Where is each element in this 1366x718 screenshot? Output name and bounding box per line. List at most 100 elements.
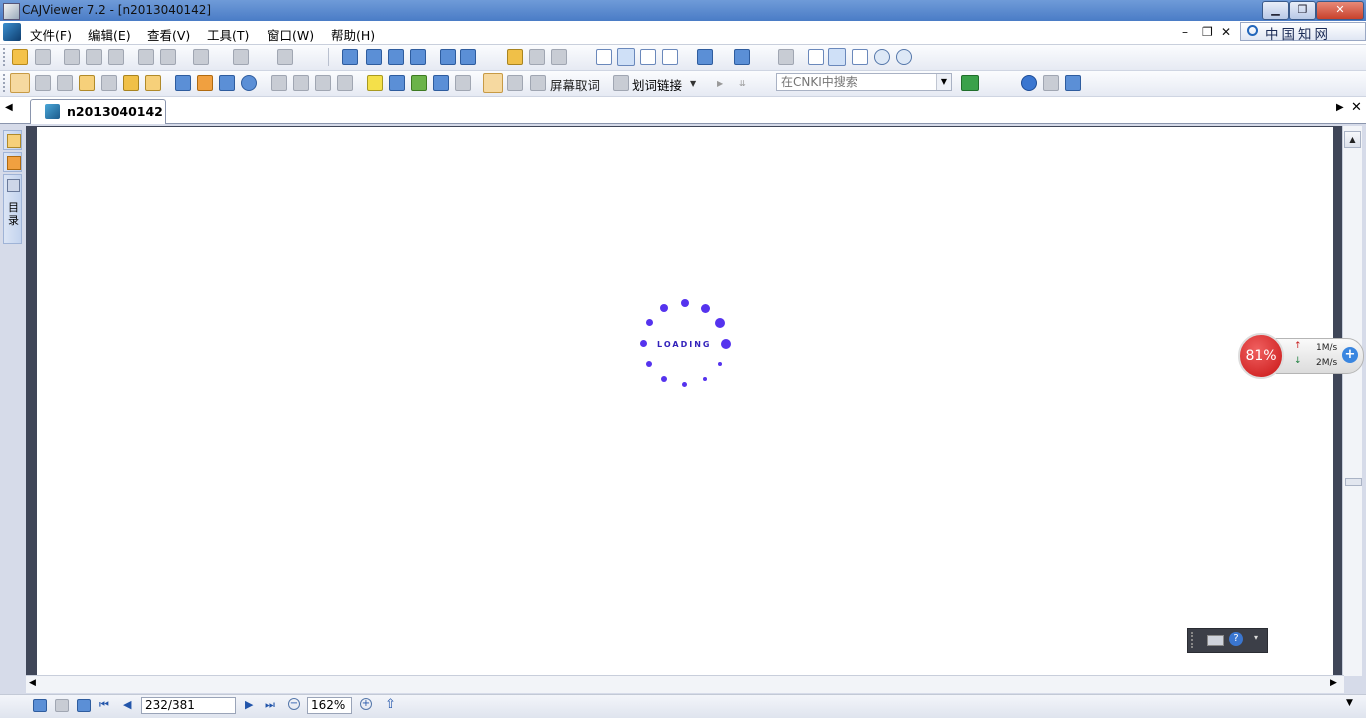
annotation-toggle-icon[interactable]	[483, 73, 503, 93]
word-link-button[interactable]: 划词链接	[632, 75, 682, 94]
stamp-icon[interactable]	[315, 75, 331, 91]
find-next-icon[interactable]	[551, 49, 567, 65]
export-icon[interactable]	[277, 49, 293, 65]
save-icon[interactable]	[35, 49, 51, 65]
redo-icon[interactable]	[233, 49, 249, 65]
vertical-scrollbar[interactable]: ▲	[1342, 126, 1362, 676]
menu-file[interactable]: 文件(F)	[30, 25, 72, 44]
eraser-icon[interactable]	[293, 75, 309, 91]
zoom-level-input[interactable]: 162%	[307, 697, 352, 714]
print-icon[interactable]	[64, 49, 80, 65]
next-page-icon[interactable]	[388, 49, 404, 65]
help-icon[interactable]	[1021, 75, 1037, 91]
side-tab-notes[interactable]	[3, 152, 22, 172]
ellipse-icon[interactable]	[241, 75, 257, 91]
word-link-icon[interactable]	[613, 75, 629, 91]
single-page-icon[interactable]	[596, 49, 612, 65]
scroll-right-icon[interactable]: ▶	[1330, 678, 1337, 688]
open-icon[interactable]	[12, 49, 28, 65]
next-page-icon[interactable]: ▶	[245, 698, 253, 711]
find-icon[interactable]	[507, 49, 523, 65]
layout-icon[interactable]	[734, 49, 750, 65]
actual-size-icon[interactable]	[808, 49, 824, 65]
menu-window[interactable]: 窗口(W)	[267, 25, 314, 44]
keyboard-icon[interactable]	[1207, 635, 1224, 646]
scan-icon[interactable]	[108, 49, 124, 65]
ocr-icon[interactable]	[101, 75, 117, 91]
continuous-page-icon[interactable]	[617, 48, 635, 66]
image-select-icon[interactable]	[79, 75, 95, 91]
side-tab-toc[interactable]: 目录	[3, 174, 22, 244]
about-icon[interactable]	[1043, 75, 1059, 91]
screen-word-button[interactable]: 屏幕取词	[550, 75, 600, 94]
cnki-logo[interactable]: 中国知网	[1240, 22, 1366, 43]
close-tab-icon[interactable]: ✕	[1351, 100, 1362, 115]
mdi-restore-button[interactable]: ❐	[1202, 25, 1213, 39]
restore-button[interactable]: ❐	[1289, 1, 1316, 20]
rotate-icon[interactable]	[697, 49, 713, 65]
search-go-icon[interactable]	[961, 75, 979, 91]
document-page[interactable]	[37, 127, 1333, 676]
scroll-top-icon[interactable]: ⇧	[385, 697, 396, 712]
menu-edit[interactable]: 编辑(E)	[88, 25, 131, 44]
link-tool-icon[interactable]	[507, 75, 523, 91]
snapshot-icon[interactable]	[123, 75, 139, 91]
strikeout-icon[interactable]	[389, 75, 405, 91]
help-icon[interactable]: ?	[1229, 632, 1243, 646]
last-page-icon[interactable]	[410, 49, 426, 65]
zoom-out-icon[interactable]: −	[288, 698, 300, 710]
prev-page-icon[interactable]: ◀	[123, 698, 131, 711]
document-icon[interactable]	[3, 23, 21, 41]
page-layout-icon[interactable]	[77, 699, 91, 712]
last-page-icon[interactable]: ⏭	[265, 698, 275, 712]
first-page-icon[interactable]: ⏮	[99, 698, 109, 712]
undo-icon[interactable]	[193, 49, 209, 65]
menu-view[interactable]: 查看(V)	[147, 25, 190, 44]
first-page-icon[interactable]	[342, 49, 358, 65]
add-icon[interactable]: +	[1342, 347, 1358, 363]
find-prev-icon[interactable]	[529, 49, 545, 65]
zoom-in-icon[interactable]	[896, 49, 912, 65]
vertical-scroll-thumb[interactable]	[1345, 478, 1362, 486]
scroll-up-icon[interactable]: ▲	[1344, 131, 1361, 148]
horizontal-scrollbar[interactable]: ◀ ▶	[26, 675, 1344, 693]
underline-icon[interactable]	[411, 75, 427, 91]
note-icon[interactable]	[145, 75, 161, 91]
pencil-icon[interactable]	[197, 75, 213, 91]
menu-help[interactable]: 帮助(H)	[331, 25, 375, 44]
floatbar-grip[interactable]	[1191, 632, 1199, 648]
statusbar-scroll-down-icon[interactable]: ▼	[1346, 698, 1353, 708]
select-tool-icon[interactable]	[35, 75, 51, 91]
floatbar-menu-icon[interactable]: ▾	[1254, 633, 1258, 642]
tab-document[interactable]: n2013040142	[30, 99, 166, 124]
minimize-button[interactable]: ▁	[1262, 1, 1289, 20]
text-select-icon[interactable]	[57, 75, 73, 91]
toolbar-grip[interactable]	[3, 74, 9, 92]
forward-icon[interactable]	[460, 49, 476, 65]
view-mode-icon[interactable]	[33, 699, 47, 712]
copy-icon[interactable]	[138, 49, 154, 65]
app-icon[interactable]	[3, 3, 20, 20]
cnki-search-input[interactable]	[777, 74, 931, 90]
search-history-dropdown[interactable]: ▼	[936, 74, 951, 90]
hand-tool-icon[interactable]	[10, 73, 30, 93]
prev-link-icon[interactable]: ▶	[717, 79, 723, 88]
scroll-left-icon[interactable]: ◀	[29, 678, 36, 688]
tab-scroll-left-icon[interactable]: ◀	[5, 102, 13, 113]
word-link-dropdown[interactable]: ▼	[690, 79, 696, 88]
close-button[interactable]: ✕	[1316, 1, 1364, 20]
mdi-minimize-button[interactable]: –	[1182, 25, 1188, 39]
screen-word-icon[interactable]	[530, 75, 546, 91]
paste-icon[interactable]	[160, 49, 176, 65]
next-link-icon[interactable]: ⇊	[739, 79, 746, 88]
network-monitor-widget[interactable]: ↑ ↓ 1M/s 2M/s + 81%	[1238, 333, 1364, 379]
page-number-input[interactable]: 232/381	[141, 697, 236, 714]
thumbnail-icon[interactable]	[55, 699, 69, 712]
bookmark-icon[interactable]	[455, 75, 471, 91]
facing-page-icon[interactable]	[640, 49, 656, 65]
mdi-close-button[interactable]: ✕	[1221, 25, 1231, 39]
line-icon[interactable]	[271, 75, 287, 91]
pen-icon[interactable]	[175, 75, 191, 91]
anchor-icon[interactable]	[433, 75, 449, 91]
continuous-facing-icon[interactable]	[662, 49, 678, 65]
